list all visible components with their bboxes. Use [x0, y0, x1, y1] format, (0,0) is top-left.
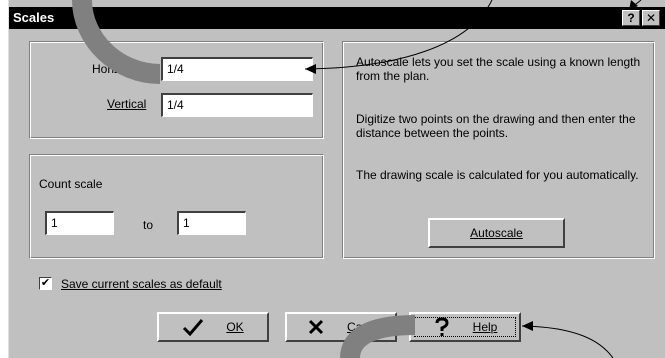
scale-group [29, 41, 324, 139]
question-icon [435, 317, 449, 336]
scales-dialog: Scales ? ✕ Horiz 1/4 Vertical 1/4 Count … [8, 0, 665, 358]
autoscale-button[interactable]: Autoscale [428, 218, 565, 248]
digitize-instructions: Digitize two points on the drawing and t… [356, 112, 636, 140]
title-bar: Scales ? ✕ [9, 7, 665, 29]
autoscale-button-label: Autoscale [470, 226, 523, 240]
cancel-button[interactable]: Canc [285, 312, 397, 342]
count-scale-label: Count scale [39, 177, 103, 191]
count-from-input[interactable]: 1 [45, 211, 114, 235]
count-scale-group [29, 154, 324, 259]
close-button[interactable]: ✕ [642, 10, 660, 26]
ok-button[interactable]: OK [157, 312, 269, 342]
close-icon: ✕ [645, 11, 657, 25]
help-label: Help [472, 320, 498, 334]
count-to-input[interactable]: 1 [177, 211, 246, 235]
question-icon: ? [627, 11, 635, 25]
save-default-checkbox[interactable]: ✔ [39, 277, 52, 290]
ok-label: OK [226, 320, 244, 334]
horizontal-input[interactable]: 1/4 [161, 57, 313, 81]
calculation-note: The drawing scale is calculated for you … [356, 168, 639, 182]
autoscale-description: Autoscale lets you set the scale using a… [356, 55, 641, 83]
cancel-label: Canc [346, 320, 375, 334]
vertical-input[interactable]: 1/4 [161, 93, 313, 117]
horizontal-label: Horiz [92, 62, 121, 76]
to-label: to [143, 218, 154, 232]
checkmark-icon [183, 319, 204, 336]
help-title-button[interactable]: ? [622, 10, 640, 26]
dialog-title: Scales [13, 10, 55, 25]
help-button[interactable]: Help [409, 312, 521, 342]
vertical-label: Vertical [107, 97, 147, 111]
save-default-label: Save current scales as default [61, 277, 222, 291]
check-mark-icon: ✔ [40, 277, 51, 289]
x-icon [308, 319, 324, 335]
